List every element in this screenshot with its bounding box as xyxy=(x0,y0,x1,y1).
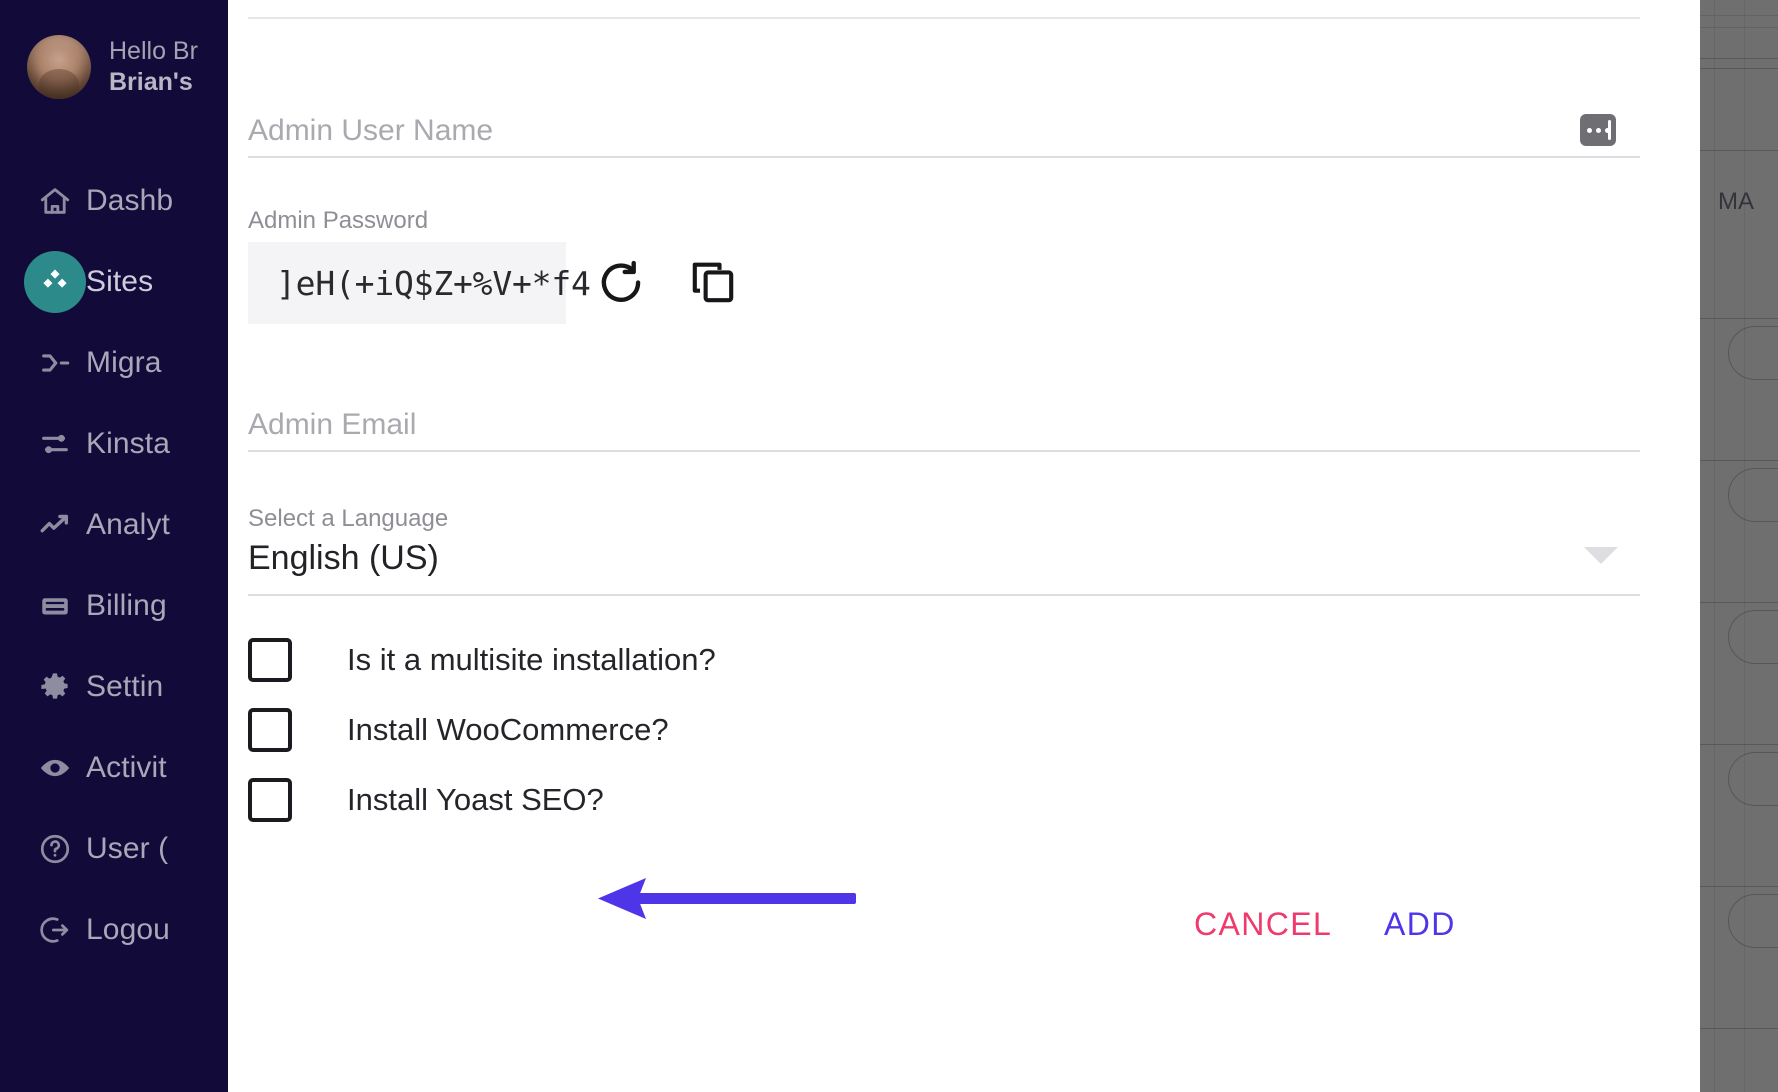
cancel-button[interactable]: CANCEL xyxy=(1194,906,1332,943)
backdrop-rule xyxy=(1700,58,1778,59)
add-site-modal: Admin User Name Admin Password ]eH(+iQ$Z… xyxy=(228,0,1700,1092)
backdrop-column-header: MA xyxy=(1718,188,1754,215)
sidebar-item-settings[interactable]: Settin xyxy=(0,646,228,727)
sidebar-greeting: Hello Br Brian's xyxy=(109,36,198,99)
migration-icon xyxy=(24,346,86,380)
admin-email-placeholder[interactable]: Admin Email xyxy=(248,408,416,442)
logout-icon xyxy=(24,913,86,947)
sidebar-item-migrations[interactable]: Migra xyxy=(0,322,228,403)
sidebar-item-label: Analyt xyxy=(86,507,170,541)
backdrop-row-divider xyxy=(1700,460,1778,461)
gear-icon xyxy=(24,670,86,704)
sidebar-item-billing[interactable]: Billing xyxy=(0,565,228,646)
sidebar-item-label: Billing xyxy=(86,588,167,622)
language-underline xyxy=(248,594,1640,596)
sidebar-item-sites[interactable]: Sites xyxy=(0,241,228,322)
yoast-seo-checkbox[interactable] xyxy=(248,778,292,822)
checkbox-label: Install WooCommerce? xyxy=(347,712,669,747)
checkbox-row-multisite[interactable]: Is it a multisite installation? xyxy=(248,636,716,684)
add-button[interactable]: ADD xyxy=(1384,906,1456,943)
sidebar-item-label: Logou xyxy=(86,912,170,946)
backdrop-row-pill xyxy=(1728,894,1778,948)
backdrop-column-divider xyxy=(1714,0,1715,1092)
app-screen: MA Hello Br Brian's Dashb Sites Migra Ki… xyxy=(0,0,1778,1092)
woocommerce-checkbox[interactable] xyxy=(248,708,292,752)
backdrop-rule xyxy=(1700,68,1778,69)
help-icon xyxy=(24,832,86,866)
modal-top-divider xyxy=(248,17,1640,19)
backdrop-row-divider xyxy=(1700,602,1778,603)
language-value[interactable]: English (US) xyxy=(248,539,439,578)
sidebar-item-dashboard[interactable]: Dashb xyxy=(0,160,228,241)
backdrop-rule xyxy=(1700,27,1778,28)
checkbox-label: Install Yoast SEO? xyxy=(347,782,604,817)
sidebar-item-label: Migra xyxy=(86,345,162,379)
checkbox-label: Is it a multisite installation? xyxy=(347,642,716,677)
sidebar-item-label: Settin xyxy=(86,669,164,703)
refresh-icon[interactable] xyxy=(596,258,646,313)
checkbox-row-woocommerce[interactable]: Install WooCommerce? xyxy=(248,706,669,754)
analytics-icon xyxy=(24,508,86,542)
avatar xyxy=(27,35,91,99)
sidebar-item-label: Dashb xyxy=(86,183,174,217)
admin-password-value: ]eH(+iQ$Z+%V+*f4 xyxy=(276,263,591,303)
sidebar-item-label: Sites xyxy=(86,264,154,298)
language-label: Select a Language xyxy=(248,505,449,532)
backdrop-row-divider xyxy=(1700,744,1778,745)
chevron-down-icon[interactable] xyxy=(1584,547,1618,564)
account-name: Brian's xyxy=(109,68,193,96)
sidebar-item-analytics[interactable]: Analyt xyxy=(0,484,228,565)
admin-username-underline xyxy=(248,156,1640,158)
sidebar-item-kinsta-cdn[interactable]: Kinsta xyxy=(0,403,228,484)
eye-icon xyxy=(24,750,86,786)
kinsta-cdn-icon xyxy=(24,427,86,461)
sidebar-item-activity[interactable]: Activit xyxy=(0,727,228,808)
billing-icon xyxy=(24,589,86,623)
home-icon xyxy=(24,184,86,218)
greeting-line: Hello Br xyxy=(109,36,198,65)
backdrop-row-divider xyxy=(1700,318,1778,319)
admin-username-placeholder[interactable]: Admin User Name xyxy=(248,114,493,148)
admin-password-label: Admin Password xyxy=(248,207,429,234)
copy-icon[interactable] xyxy=(687,256,739,313)
dimmed-page-backdrop: MA xyxy=(1700,0,1778,1092)
admin-email-underline xyxy=(248,450,1640,452)
backdrop-rule xyxy=(1700,150,1778,151)
left-sidebar: Hello Br Brian's Dashb Sites Migra Kinst… xyxy=(0,0,228,1092)
backdrop-row-pill xyxy=(1728,468,1778,522)
backdrop-row-pill xyxy=(1728,326,1778,380)
sidebar-item-label: Activit xyxy=(86,750,167,784)
backdrop-rule xyxy=(1700,15,1778,16)
sidebar-profile[interactable]: Hello Br Brian's xyxy=(0,22,228,112)
backdrop-row-pill xyxy=(1728,610,1778,664)
sidebar-item-label: Kinsta xyxy=(86,426,170,460)
admin-password-field[interactable]: ]eH(+iQ$Z+%V+*f4 xyxy=(248,242,591,324)
sidebar-item-logout[interactable]: Logou xyxy=(0,889,228,970)
backdrop-row-divider xyxy=(1700,1028,1778,1029)
checkbox-row-yoast-seo[interactable]: Install Yoast SEO? xyxy=(248,776,604,824)
multisite-checkbox[interactable] xyxy=(248,638,292,682)
backdrop-row-divider xyxy=(1700,886,1778,887)
sidebar-nav: Dashb Sites Migra Kinsta Analyt Billing … xyxy=(0,160,228,970)
backdrop-row-pill xyxy=(1728,752,1778,806)
sites-icon xyxy=(24,250,86,313)
sidebar-item-label: User ( xyxy=(86,831,169,865)
password-suggestion-icon[interactable] xyxy=(1580,114,1616,146)
sidebar-item-user-center[interactable]: User ( xyxy=(0,808,228,889)
